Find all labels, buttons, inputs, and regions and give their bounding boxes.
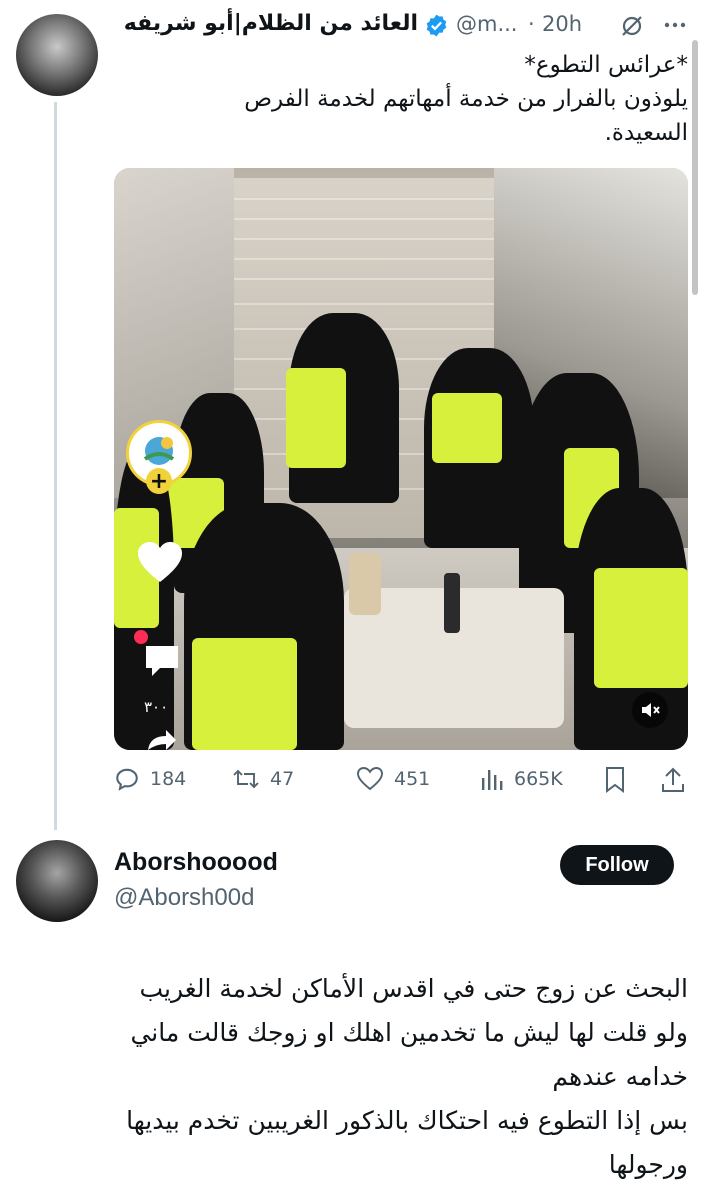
thermos bbox=[349, 553, 381, 615]
repost-count: 47 bbox=[270, 768, 295, 790]
reply-text-line-2: ولو قلت لها ليش ما تخدمين اهلك او زوجك ق… bbox=[130, 1018, 688, 1047]
grok-slash-icon[interactable] bbox=[618, 12, 646, 40]
views-count: 665K bbox=[514, 768, 563, 790]
bottle bbox=[444, 573, 460, 633]
video-comment-icon[interactable] bbox=[142, 640, 182, 680]
reply-text-line-5: ورجولها bbox=[608, 1150, 688, 1179]
author-handle[interactable]: @m... bbox=[456, 12, 517, 36]
reply-text-line-4: بس إذا التطوع فيه احتكاك بالذكور الغريبي… bbox=[126, 1106, 688, 1135]
volunteer-vest bbox=[432, 393, 502, 463]
reply-count: 184 bbox=[150, 768, 187, 790]
repost-icon bbox=[232, 766, 260, 792]
follow-plus-icon[interactable]: + bbox=[146, 468, 172, 494]
video-overlay-count: ٣٠٠ bbox=[144, 698, 169, 716]
thread-line bbox=[54, 102, 57, 830]
video-share-icon[interactable] bbox=[144, 728, 178, 750]
volunteer-vest bbox=[192, 638, 297, 750]
views-icon bbox=[480, 766, 504, 792]
bookmark-icon[interactable] bbox=[604, 766, 626, 794]
reply-author-handle[interactable]: @Aborsh00d bbox=[114, 884, 254, 912]
post-time[interactable]: 20h bbox=[542, 12, 582, 36]
reply-action[interactable]: 184 bbox=[114, 766, 186, 792]
follow-button[interactable]: Follow bbox=[560, 845, 674, 885]
share-icon[interactable] bbox=[660, 766, 686, 794]
reply-icon bbox=[114, 766, 140, 792]
repost-action[interactable]: 47 bbox=[232, 766, 294, 792]
video-heart-icon[interactable] bbox=[136, 540, 184, 584]
author-avatar[interactable] bbox=[16, 14, 98, 96]
post-text-line-2: يلوذون بالفرار من خدمة أمهاتهم لخدمة الف… bbox=[244, 86, 688, 112]
post-text-line-1: *عرائس التطوع* bbox=[524, 52, 688, 78]
dot-separator: · bbox=[528, 12, 535, 36]
volunteer-vest bbox=[594, 568, 688, 688]
verified-badge-icon bbox=[424, 13, 449, 38]
reply-author-avatar[interactable] bbox=[16, 840, 98, 922]
views-action[interactable]: 665K bbox=[480, 766, 563, 792]
author-name[interactable]: العائد من الظلام|أبو شريفه bbox=[124, 11, 418, 36]
post-video[interactable]: + ٣٠٠ bbox=[114, 168, 688, 750]
reply-author-name[interactable]: Aborshooood bbox=[114, 848, 278, 877]
volunteer-vest bbox=[286, 368, 346, 468]
more-icon[interactable] bbox=[662, 12, 688, 38]
like-action[interactable]: 451 bbox=[356, 766, 430, 792]
post-text-line-3: السعيدة. bbox=[604, 120, 688, 146]
reply-text-line-3: خدامه عندهم bbox=[552, 1062, 688, 1091]
like-count: 451 bbox=[394, 768, 431, 790]
mute-icon[interactable] bbox=[632, 692, 668, 728]
like-icon bbox=[356, 766, 384, 792]
scrollbar[interactable] bbox=[692, 40, 698, 295]
reply-text-line-1: البحث عن زوج حتى في اقدس الأماكن لخدمة ا… bbox=[139, 974, 689, 1003]
